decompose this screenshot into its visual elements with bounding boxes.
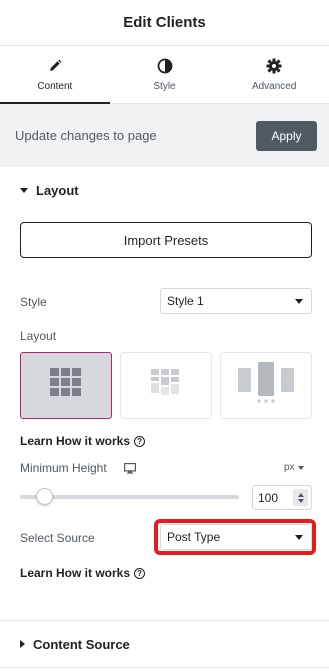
carousel-layout-icon — [238, 362, 294, 409]
grid-layout-icon — [50, 368, 82, 403]
update-changes-bar: Update changes to page Apply — [0, 104, 329, 167]
style-label: Style — [20, 295, 47, 309]
tab-advanced[interactable]: Advanced — [219, 46, 329, 103]
minimum-height-label: Minimum Height — [20, 461, 107, 475]
learn-how-link[interactable]: Learn How it works ? — [20, 434, 146, 448]
panel-header: Edit Clients — [0, 0, 329, 46]
min-height-slider-thumb[interactable] — [36, 488, 53, 505]
chevron-down-icon — [297, 465, 304, 470]
style-select-value: Style 1 — [167, 294, 204, 308]
pencil-icon — [46, 57, 64, 75]
section-content-source-header[interactable]: Content Source — [0, 634, 329, 654]
unit-select[interactable]: px — [284, 462, 304, 473]
caret-right-icon — [20, 640, 25, 648]
apply-button[interactable]: Apply — [256, 120, 317, 151]
update-changes-text: Update changes to page — [15, 128, 157, 143]
learn-how-label: Learn How it works — [20, 434, 131, 448]
select-source-label: Select Source — [20, 531, 95, 545]
style-select[interactable]: Style 1 — [160, 288, 312, 314]
gear-icon — [265, 57, 283, 75]
tab-content[interactable]: Content — [0, 46, 110, 104]
section-layout-title: Layout — [36, 182, 79, 198]
section-divider-bottom — [0, 667, 329, 668]
tab-bar: Content Style Advanced — [0, 46, 329, 104]
min-height-input[interactable]: 100 — [252, 485, 312, 510]
half-circle-icon — [156, 57, 174, 75]
learn-how-link-2[interactable]: Learn How it works ? — [20, 566, 146, 580]
layout-option-carousel[interactable] — [220, 352, 312, 419]
help-circle-icon: ? — [134, 435, 146, 447]
desktop-icon — [124, 461, 137, 479]
help-circle-icon: ? — [134, 567, 146, 579]
panel-title: Edit Clients — [123, 14, 206, 31]
tab-content-label: Content — [37, 81, 73, 92]
layout-option-masonry[interactable] — [120, 352, 212, 419]
layout-label: Layout — [20, 329, 57, 343]
stepper-up-icon — [297, 492, 304, 497]
stepper-down-icon — [297, 498, 304, 503]
section-divider — [0, 620, 329, 621]
tab-style[interactable]: Style — [110, 46, 220, 103]
masonry-layout-icon — [151, 369, 181, 402]
section-content-source-title: Content Source — [33, 636, 130, 652]
unit-value: px — [284, 462, 295, 473]
number-stepper[interactable] — [293, 489, 308, 506]
tab-advanced-label: Advanced — [251, 81, 297, 92]
min-height-value: 100 — [258, 490, 279, 505]
caret-down-icon — [20, 187, 28, 193]
tab-style-label: Style — [153, 81, 176, 92]
layout-option-grid[interactable] — [20, 352, 112, 419]
section-layout-header[interactable]: Layout — [0, 180, 329, 200]
learn-how-label-2: Learn How it works — [20, 566, 131, 580]
source-select-highlight — [154, 519, 316, 555]
import-presets-button[interactable]: Import Presets — [20, 222, 312, 258]
chevron-down-icon — [295, 299, 303, 304]
